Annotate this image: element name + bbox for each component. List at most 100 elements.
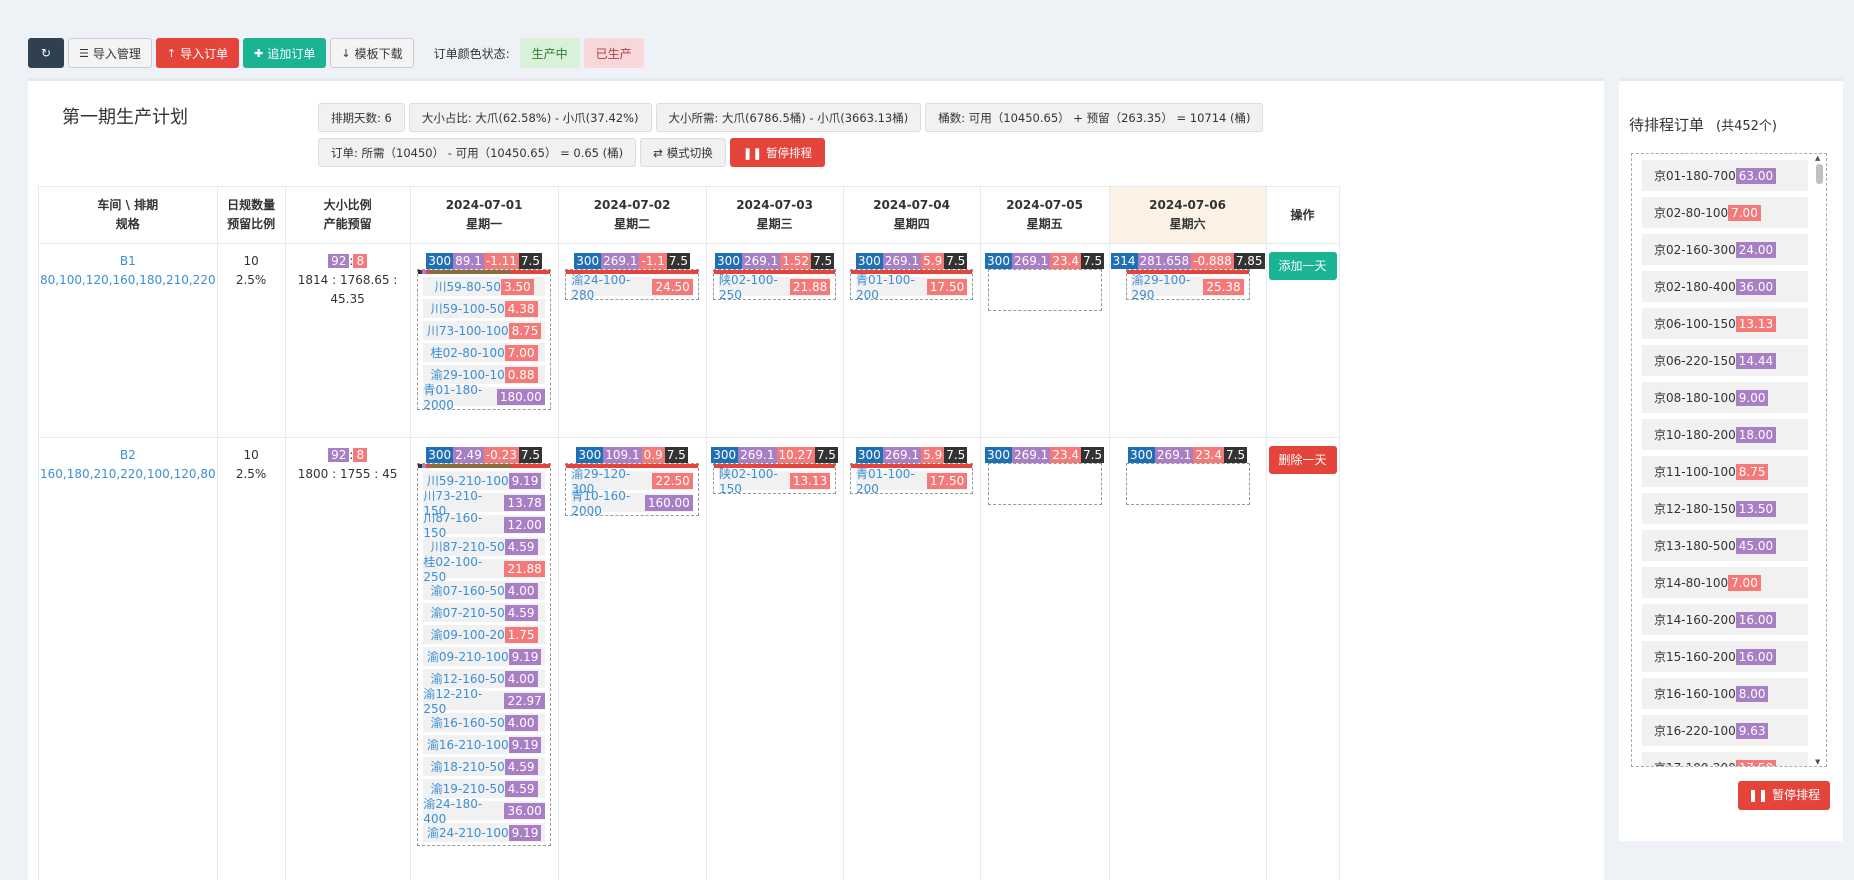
ratio-info: 大小占比: 大爪(62.58%) - 小爪(37.42%): [409, 103, 652, 132]
order-drop-zone[interactable]: 渝29-100-29025.38: [1126, 269, 1250, 300]
bar-reserve: 7.5: [519, 447, 542, 463]
side-pause-button[interactable]: ❚❚暂停排程: [1738, 781, 1830, 810]
bar-total: 300: [711, 447, 738, 463]
order-value: 1.75: [505, 627, 538, 643]
order-name: 渝24-180-400: [423, 795, 504, 826]
workshop-link[interactable]: B1: [40, 252, 216, 271]
order-drop-zone[interactable]: 陕02-100-25021.88: [713, 269, 836, 300]
bar-reserve: 7.5: [665, 447, 688, 463]
pending-order-item[interactable]: 京02-180-40036.00: [1642, 271, 1808, 302]
order-item[interactable]: 渝16-210-1009.19: [423, 735, 544, 754]
pending-order-item[interactable]: 京14-80-1007.00: [1642, 567, 1808, 598]
add-orders-button[interactable]: ✚追加订单: [243, 38, 326, 68]
pending-order-item[interactable]: 京14-160-20016.00: [1642, 604, 1808, 635]
order-item[interactable]: 桂02-100-25021.88: [423, 559, 544, 578]
order-value: 13.13: [790, 473, 830, 489]
order-item[interactable]: 青01-180-2000180.00: [423, 387, 544, 406]
order-drop-zone[interactable]: [988, 269, 1102, 311]
order-item[interactable]: 渝24-210-1009.19: [423, 823, 544, 842]
order-value: 21.88: [790, 279, 830, 295]
workshop-link[interactable]: B2: [40, 446, 216, 465]
order-drop-zone[interactable]: [988, 463, 1102, 505]
pending-order-item[interactable]: 京08-180-1009.00: [1642, 382, 1808, 413]
mode-switch-button[interactable]: ⇄模式切换: [640, 138, 726, 167]
order-value: 4.59: [505, 781, 538, 797]
day-schedule: 30089.1-1.117.5 川59-80-503.50 川59-100-50…: [412, 245, 557, 410]
pending-order-item[interactable]: 京06-100-15013.13: [1642, 308, 1808, 339]
pending-order-name: 京08-180-100: [1654, 389, 1736, 406]
pending-order-item[interactable]: 京06-220-15014.44: [1642, 345, 1808, 376]
pending-order-item[interactable]: 京02-80-1007.00: [1642, 197, 1808, 228]
order-item[interactable]: 渝16-160-504.00: [423, 713, 544, 732]
order-item[interactable]: 渝07-210-504.59: [423, 603, 544, 622]
scroll-up-icon[interactable]: ▲: [1815, 154, 1820, 162]
bar-total: 300: [985, 447, 1012, 463]
order-drop-zone[interactable]: 渝29-120-30022.50 青10-160-2000160.00: [565, 463, 699, 516]
order-item[interactable]: 陕02-100-25021.88: [719, 277, 830, 296]
order-item[interactable]: 渝09-100-201.75: [423, 625, 544, 644]
bar-remain: 0.9: [642, 447, 665, 463]
order-name: 青10-160-2000: [571, 487, 644, 518]
pending-order-name: 京06-220-150: [1654, 352, 1736, 369]
import-orders-button[interactable]: ↑导入订单: [156, 38, 239, 68]
order-name: 渝16-160-50: [431, 714, 505, 731]
pending-list[interactable]: 京01-180-70063.00 京02-80-1007.00 京02-160-30…: [1631, 153, 1827, 767]
delete-day-button[interactable]: 删除一天: [1269, 446, 1337, 474]
bar-reserve: 7.5: [1081, 447, 1104, 463]
pending-order-item[interactable]: 京10-180-20018.00: [1642, 419, 1808, 450]
pending-order-item[interactable]: 京02-160-30024.00: [1642, 234, 1808, 265]
capacity-bar: 300269.123.47.5: [985, 447, 1104, 463]
pending-order-item[interactable]: 京16-220-1009.63: [1642, 715, 1808, 746]
capacity: 1814 : 1768.65 : 45.35: [287, 271, 409, 309]
order-item[interactable]: 渝24-100-28024.50: [571, 277, 692, 296]
pending-order-name: 京10-180-200: [1654, 426, 1736, 443]
order-drop-zone[interactable]: 青01-100-20017.50: [850, 463, 973, 494]
order-drop-zone[interactable]: 川59-210-1009.19 川73-210-15013.78 川87-160…: [417, 463, 551, 846]
pending-order-item[interactable]: 京17-100-20017.50: [1642, 752, 1808, 767]
order-item[interactable]: 渝24-180-40036.00: [423, 801, 544, 820]
order-item[interactable]: 川59-80-503.50: [423, 277, 544, 296]
order-item[interactable]: 川73-100-1008.75: [423, 321, 544, 340]
order-item[interactable]: 青01-100-20017.50: [856, 277, 967, 296]
order-item[interactable]: 渝07-160-504.00: [423, 581, 544, 600]
pending-order-item[interactable]: 京16-160-1008.00: [1642, 678, 1808, 709]
order-item[interactable]: 渝29-100-29025.38: [1131, 277, 1243, 296]
scroll-thumb[interactable]: [1816, 164, 1823, 184]
scroll-down-icon[interactable]: ▼: [1815, 758, 1820, 766]
pending-order-item[interactable]: 京11-100-1008.75: [1642, 456, 1808, 487]
pending-order-item[interactable]: 京15-160-20016.00: [1642, 641, 1808, 672]
order-drop-zone[interactable]: 青01-100-20017.50: [850, 269, 973, 300]
order-item[interactable]: 渝18-210-504.59: [423, 757, 544, 776]
order-drop-zone[interactable]: [1126, 463, 1250, 505]
order-name: 渝07-210-50: [431, 604, 505, 621]
bar-used: 89.1: [453, 253, 484, 269]
order-item[interactable]: 川87-160-15012.00: [423, 515, 544, 534]
capacity-bar: 30089.1-1.117.5: [426, 253, 542, 269]
order-item[interactable]: 桂02-80-1007.00: [423, 343, 544, 362]
pause-schedule-button[interactable]: ❚❚暂停排程: [730, 138, 825, 167]
order-drop-zone[interactable]: 陕02-100-15013.13: [713, 463, 836, 494]
refresh-button[interactable]: ↻: [28, 38, 64, 68]
ratio-big: 92: [328, 448, 349, 462]
order-item[interactable]: 渝09-210-1009.19: [423, 647, 544, 666]
pending-order-item[interactable]: 京01-180-70063.00: [1642, 160, 1808, 191]
order-drop-zone[interactable]: 川59-80-503.50 川59-100-504.38 川73-100-100…: [417, 269, 551, 410]
pending-order-item[interactable]: 京12-180-15013.50: [1642, 493, 1808, 524]
pending-order-item[interactable]: 京13-180-50045.00: [1642, 530, 1808, 561]
capacity-bar: 3002.49-0.237.5: [426, 447, 542, 463]
order-item[interactable]: 青01-100-20017.50: [856, 471, 967, 490]
order-item[interactable]: 川59-100-504.38: [423, 299, 544, 318]
order-item[interactable]: 陕02-100-15013.13: [719, 471, 830, 490]
pending-scrollbar[interactable]: ▲ ▼: [1814, 154, 1824, 766]
header-day-3: 2024-07-03星期三: [706, 187, 843, 244]
bar-used: 269.1: [883, 253, 921, 269]
day-cell: 314281.658-0.8887.85 渝29-100-29025.38: [1109, 244, 1266, 438]
order-item[interactable]: 渝12-210-25022.97: [423, 691, 544, 710]
order-item[interactable]: 青10-160-2000160.00: [571, 493, 692, 512]
add-day-button[interactable]: 添加一天: [1269, 252, 1337, 280]
bar-reserve: 7.5: [811, 253, 834, 269]
template-download-button[interactable]: ↓模板下载: [330, 38, 413, 68]
order-name: 渝09-100-20: [431, 626, 505, 643]
import-manage-button[interactable]: ☰导入管理: [68, 38, 152, 68]
order-drop-zone[interactable]: 渝24-100-28024.50: [565, 269, 699, 300]
